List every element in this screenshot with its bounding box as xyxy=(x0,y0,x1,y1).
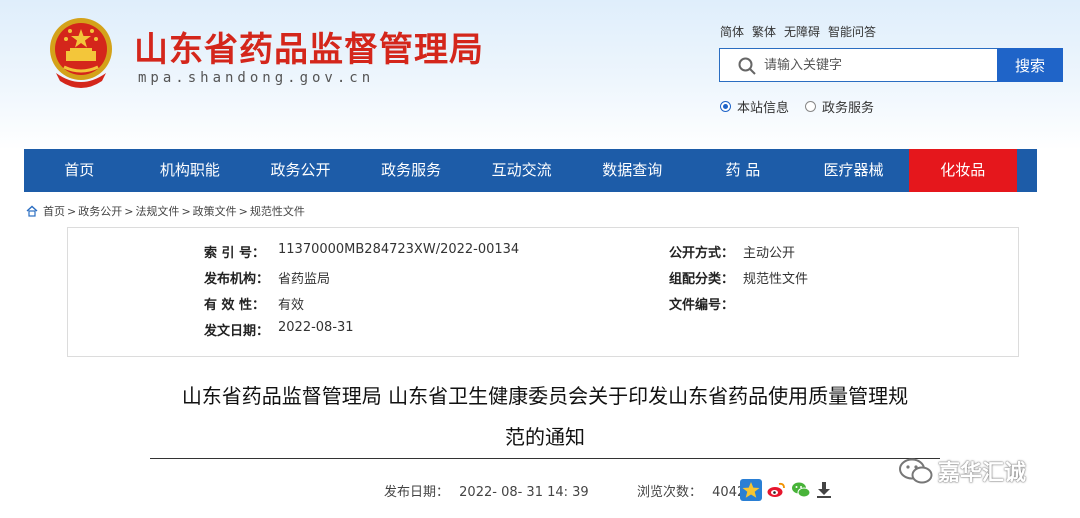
wechat-icon[interactable] xyxy=(790,479,812,505)
breadcrumb-home[interactable]: 首页 xyxy=(43,203,65,219)
info-publisher-value: 省药监局 xyxy=(278,272,331,287)
radio-unselected-icon xyxy=(805,101,817,112)
site-header: 山东省药品监督管理局 mpa.shandong.gov.cn 简体 繁体 无障碍… xyxy=(0,0,1080,150)
views-label: 浏览次数： xyxy=(637,485,703,500)
breadcrumb-normative[interactable]: 规范性文件 xyxy=(250,203,305,219)
info-open-value: 主动公开 xyxy=(743,246,796,261)
info-category-row: 组配分类： 规范性文件 xyxy=(669,268,808,287)
nav-devices[interactable]: 医疗器械 xyxy=(798,149,909,192)
search-input[interactable] xyxy=(764,49,996,81)
scope-gov-radio[interactable]: 政务服务 xyxy=(805,97,874,116)
article-title-line1: 山东省药品监督管理局 山东省卫生健康委员会关于印发山东省药品使用质量管理规 xyxy=(181,384,909,408)
publish-label: 发布日期： xyxy=(384,485,450,500)
qzone-icon[interactable] xyxy=(740,479,762,505)
site-title[interactable]: 山东省药品监督管理局 xyxy=(134,22,484,71)
watermark: 嘉华汇诚 xyxy=(898,455,1026,487)
breadcrumb-policy[interactable]: 政策文件 xyxy=(193,203,237,219)
utility-links: 简体 繁体 无障碍 智能问答 xyxy=(720,23,876,40)
info-open-row: 公开方式： 主动公开 xyxy=(669,242,795,261)
link-traditional[interactable]: 繁体 xyxy=(752,23,776,40)
publish-value: 2022- 08- 31 14: 39 xyxy=(459,485,589,500)
site-domain: mpa.shandong.gov.cn xyxy=(138,70,375,86)
article-title: 山东省药品监督管理局 山东省卫生健康委员会关于印发山东省药品使用质量管理规 范的… xyxy=(150,376,940,458)
nav-data-query[interactable]: 数据查询 xyxy=(577,149,688,192)
radio-selected-icon xyxy=(720,101,731,112)
national-emblem-icon xyxy=(50,18,112,88)
share-icons xyxy=(740,479,833,505)
breadcrumb-gov-open[interactable]: 政务公开 xyxy=(78,203,122,219)
info-index-label: 索 引 号： xyxy=(204,246,266,261)
info-validity-value: 有效 xyxy=(278,298,305,313)
article-title-line2: 范的通知 xyxy=(505,425,585,449)
main-nav: 首页 机构职能 政务公开 政务服务 互动交流 数据查询 药 品 医疗器械 化妆品 xyxy=(24,149,1037,192)
nav-gov-service[interactable]: 政务服务 xyxy=(356,149,467,192)
nav-home[interactable]: 首页 xyxy=(24,149,135,192)
nav-cosmetics[interactable]: 化妆品 xyxy=(908,149,1017,192)
search-scope: 本站信息 政务服务 xyxy=(720,97,874,116)
document-info-box: 索 引 号： 11370000MB284723XW/2022-00134 发布机… xyxy=(67,227,1019,357)
search-button[interactable]: 搜索 xyxy=(997,48,1063,82)
info-index-value: 11370000MB284723XW/2022-00134 xyxy=(278,242,520,257)
search-icon xyxy=(738,57,756,75)
breadcrumb: 首页 > 政务公开 > 法规文件 > 政策文件 > 规范性文件 xyxy=(26,203,305,219)
info-category-label: 组配分类： xyxy=(669,272,735,287)
info-docno-label: 文件编号： xyxy=(669,298,735,313)
info-category-value: 规范性文件 xyxy=(743,272,809,287)
nav-interaction[interactable]: 互动交流 xyxy=(466,149,577,192)
nav-gov-open[interactable]: 政务公开 xyxy=(245,149,356,192)
watermark-text: 嘉华汇诚 xyxy=(938,461,1027,486)
wechat-watermark-icon xyxy=(899,458,933,484)
search-box: 搜索 xyxy=(719,48,1063,82)
nav-functions[interactable]: 机构职能 xyxy=(135,149,246,192)
info-validity-label: 有 效 性： xyxy=(204,298,266,313)
link-accessibility[interactable]: 无障碍 xyxy=(784,23,820,40)
download-icon[interactable] xyxy=(815,480,833,504)
title-divider xyxy=(150,458,940,459)
info-publisher-row: 发布机构： 省药监局 xyxy=(204,268,330,287)
breadcrumb-regulations[interactable]: 法规文件 xyxy=(135,203,179,219)
scope-site-label: 本站信息 xyxy=(737,101,790,116)
link-simplified[interactable]: 简体 xyxy=(720,23,744,40)
info-date-label: 发文日期： xyxy=(204,324,270,339)
info-date-row: 发文日期： 2022-08-31 xyxy=(204,320,354,339)
info-publisher-label: 发布机构： xyxy=(204,272,270,287)
info-docno-row: 文件编号： xyxy=(669,294,743,313)
weibo-icon[interactable] xyxy=(765,479,787,505)
views-meta: 浏览次数： 4042 xyxy=(637,481,745,500)
scope-site-radio[interactable]: 本站信息 xyxy=(720,97,789,116)
publish-meta: 发布日期： 2022- 08- 31 14: 39 xyxy=(384,481,589,500)
nav-drugs[interactable]: 药 品 xyxy=(688,149,799,192)
home-icon xyxy=(26,205,38,217)
info-index-row: 索 引 号： 11370000MB284723XW/2022-00134 xyxy=(204,242,519,261)
info-open-label: 公开方式： xyxy=(669,246,735,261)
info-date-value: 2022-08-31 xyxy=(278,320,354,335)
scope-gov-label: 政务服务 xyxy=(822,101,875,116)
info-validity-row: 有 效 性： 有效 xyxy=(204,294,304,313)
link-smart-qa[interactable]: 智能问答 xyxy=(828,23,876,40)
